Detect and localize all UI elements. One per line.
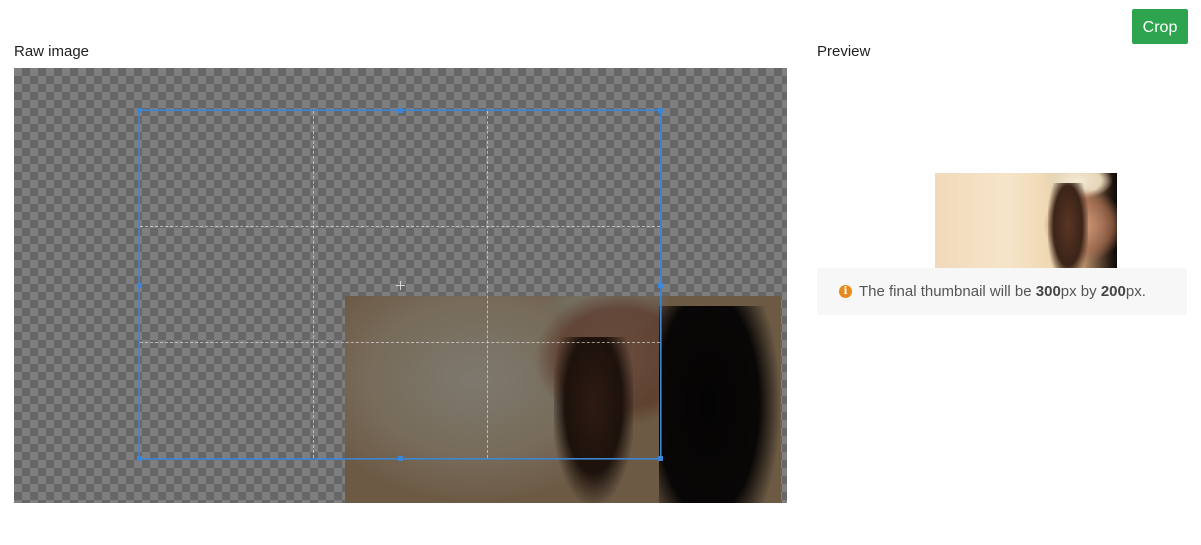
thumbnail-size-info: i The final thumbnail will be 300px by 2… [817, 268, 1187, 315]
info-icon: i [839, 285, 852, 298]
resize-handle-s[interactable] [398, 456, 403, 461]
thumbnail-preview [935, 173, 1117, 268]
resize-handle-nw[interactable] [137, 108, 142, 113]
resize-handle-n[interactable] [398, 108, 403, 113]
resize-handle-e[interactable] [658, 283, 663, 288]
raw-image-label: Raw image [14, 43, 90, 60]
crop-center-mark [396, 281, 405, 290]
resize-handle-se[interactable] [658, 456, 663, 461]
crop-selection-box[interactable] [137, 108, 663, 461]
resize-handle-ne[interactable] [658, 108, 663, 113]
crop-canvas[interactable] [14, 68, 787, 503]
resize-handle-w[interactable] [137, 283, 142, 288]
preview-label: Preview [817, 43, 871, 60]
crop-button[interactable]: Crop [1132, 9, 1188, 44]
thumbnail-size-text: The final thumbnail will be 300px by 200… [859, 283, 1146, 300]
resize-handle-sw[interactable] [137, 456, 142, 461]
